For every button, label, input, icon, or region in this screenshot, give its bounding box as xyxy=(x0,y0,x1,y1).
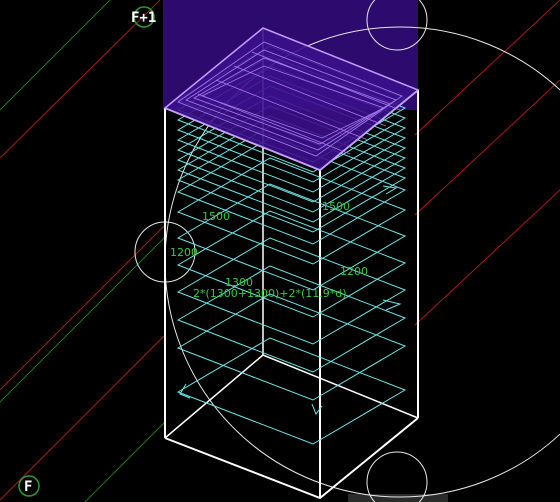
grid-line-green xyxy=(0,0,111,111)
dimension-label: 1200 xyxy=(170,246,198,259)
grid-line-red xyxy=(0,334,166,501)
level-marker-bottom[interactable]: F xyxy=(18,475,40,497)
rebar-length-formula: 2*(1300+1300)+2*(11.9*d) xyxy=(193,287,347,300)
3d-model-viewport[interactable]: 1500 1500 1200 1200 1300 2*(1300+1300)+2… xyxy=(0,0,560,502)
grid-line-red xyxy=(414,79,560,216)
column-bottom-edge xyxy=(164,417,419,500)
dimension-label: 1500 xyxy=(322,200,350,213)
grid-line-green xyxy=(0,236,166,403)
grid-line-green xyxy=(84,421,166,502)
model-canvas[interactable]: 1500 1500 1200 1200 1300 2*(1300+1300)+2… xyxy=(0,0,560,502)
level-marker-top[interactable]: F+1 xyxy=(131,6,156,28)
status-strip xyxy=(348,494,448,502)
stirrup xyxy=(176,210,407,318)
grid-line-red xyxy=(414,0,560,136)
dimension-label: 1500 xyxy=(202,210,230,223)
stirrup xyxy=(176,337,407,445)
level-marker-label: F xyxy=(24,479,32,495)
column-back-bottom-edge xyxy=(164,354,419,439)
dimension-label: 1200 xyxy=(340,265,368,278)
grid-line-red xyxy=(414,189,560,326)
level-marker-label: F+1 xyxy=(131,10,156,26)
grid-line-red xyxy=(0,224,166,391)
